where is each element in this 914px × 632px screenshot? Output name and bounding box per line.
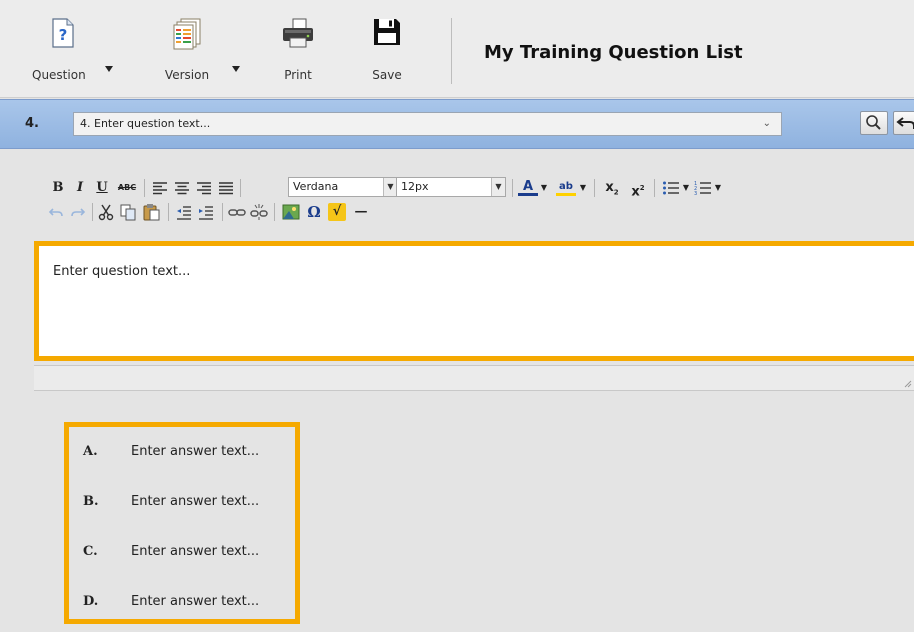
subscript-label: x: [605, 180, 614, 195]
version-dropdown-caret[interactable]: [232, 66, 240, 72]
numbered-list-dropdown[interactable]: ▼: [714, 179, 722, 197]
toolbar-separator: [451, 18, 452, 84]
resize-handle-icon[interactable]: [904, 380, 912, 388]
answer-letter: B.: [83, 494, 99, 509]
question-dropdown-caret[interactable]: [105, 66, 113, 72]
highlight-color-dropdown[interactable]: ▼: [579, 179, 587, 197]
equation-button[interactable]: √: [328, 203, 346, 221]
print-button[interactable]: Print: [268, 6, 328, 90]
version-icon: [173, 18, 201, 50]
undo-button[interactable]: [893, 111, 914, 135]
answer-list: A. Enter answer text... B. Enter answer …: [64, 422, 300, 624]
horizontal-rule-button[interactable]: —: [352, 203, 370, 221]
font-size-value: 12px: [401, 180, 429, 193]
answer-text[interactable]: Enter answer text...: [131, 444, 259, 459]
outdent-icon[interactable]: [176, 203, 192, 221]
font-family-select[interactable]: Verdana ▼: [288, 177, 398, 197]
magnifier-icon: [866, 115, 881, 130]
answer-text[interactable]: Enter answer text...: [131, 594, 259, 609]
copy-icon[interactable]: [120, 203, 136, 221]
bold-button[interactable]: B: [52, 179, 64, 197]
insert-image-icon[interactable]: [282, 203, 300, 221]
toolbar-divider: [512, 179, 513, 197]
special-character-button[interactable]: Ω: [306, 203, 322, 221]
version-button-label: Version: [164, 68, 210, 82]
underline-button[interactable]: U: [96, 179, 108, 197]
paste-icon[interactable]: [142, 203, 160, 221]
text-color-button[interactable]: A: [518, 179, 538, 196]
question-number: 4.: [25, 116, 39, 131]
highlight-color-button[interactable]: ab: [556, 179, 576, 196]
superscript-label: x: [631, 184, 640, 200]
redo-icon[interactable]: [70, 203, 86, 221]
rich-text-toolbar-row-1: B I U ABC Verdana ▼ 12px ▼ A ▼ ab ▼ x2 x…: [34, 176, 914, 200]
indent-icon[interactable]: [198, 203, 214, 221]
answer-letter: D.: [83, 594, 99, 609]
strikethrough-button[interactable]: ABC: [116, 179, 138, 197]
toolbar-divider: [168, 203, 169, 221]
bullet-list-icon[interactable]: [662, 179, 680, 197]
question-button-label: Question: [32, 68, 86, 82]
rich-text-toolbar-row-2: Ω √ —: [34, 200, 914, 224]
link-icon[interactable]: [228, 203, 246, 221]
subscript-button[interactable]: x2: [602, 179, 622, 197]
page-title: My Training Question List: [484, 42, 743, 63]
save-button[interactable]: Save: [362, 6, 412, 90]
printer-icon: [283, 18, 313, 48]
toolbar-divider: [274, 203, 275, 221]
answer-letter: A.: [83, 444, 98, 459]
toolbar-divider: [654, 179, 655, 197]
question-select-dropdown[interactable]: 4. Enter question text... ⌄: [73, 112, 782, 136]
chevron-down-icon: ▼: [491, 178, 505, 196]
save-button-label: Save: [372, 68, 402, 82]
editor-status-bar: [34, 365, 914, 391]
question-select-value: 4. Enter question text...: [80, 117, 211, 130]
text-color-dropdown[interactable]: ▼: [540, 179, 548, 197]
svg-text:?: ?: [59, 26, 68, 44]
main-toolbar: ? Question Version Print Save My Trainin…: [0, 0, 914, 98]
italic-button[interactable]: I: [74, 179, 86, 197]
undo-icon[interactable]: [48, 203, 64, 221]
question-text-editor[interactable]: Enter question text...: [34, 241, 914, 361]
svg-text:3: 3: [694, 191, 697, 197]
undo-arrow-icon: [896, 117, 914, 129]
toolbar-divider: [240, 179, 241, 197]
font-size-select[interactable]: 12px ▼: [396, 177, 506, 197]
version-button[interactable]: Version: [152, 6, 222, 90]
superscript-button[interactable]: x2: [628, 179, 648, 200]
answer-text[interactable]: Enter answer text...: [131, 494, 259, 509]
numbered-list-icon[interactable]: 123: [694, 179, 712, 197]
unlink-icon[interactable]: [250, 203, 268, 221]
question-button[interactable]: ? Question: [28, 6, 98, 90]
search-button[interactable]: [860, 111, 888, 135]
toolbar-divider: [222, 203, 223, 221]
align-left-icon[interactable]: [152, 179, 168, 197]
question-selector-bar: 4. 4. Enter question text... ⌄: [0, 99, 914, 149]
toolbar-divider: [594, 179, 595, 197]
toolbar-divider: [144, 179, 145, 197]
rich-text-toolbar: B I U ABC Verdana ▼ 12px ▼ A ▼ ab ▼ x2 x…: [34, 176, 914, 240]
font-family-value: Verdana: [293, 180, 339, 193]
toolbar-divider: [92, 203, 93, 221]
print-button-label: Print: [284, 68, 312, 82]
floppy-disk-icon: [374, 19, 400, 45]
question-text-placeholder: Enter question text...: [53, 264, 191, 279]
cut-icon[interactable]: [98, 203, 114, 221]
bullet-list-dropdown[interactable]: ▼: [682, 179, 690, 197]
align-justify-icon[interactable]: [218, 179, 234, 197]
align-right-icon[interactable]: [196, 179, 212, 197]
chevron-down-icon: ▼: [383, 178, 397, 196]
answer-letter: C.: [83, 544, 98, 559]
question-icon: ?: [52, 18, 74, 48]
answer-text[interactable]: Enter answer text...: [131, 544, 259, 559]
align-center-icon[interactable]: [174, 179, 190, 197]
chevron-down-icon: ⌄: [762, 118, 771, 129]
